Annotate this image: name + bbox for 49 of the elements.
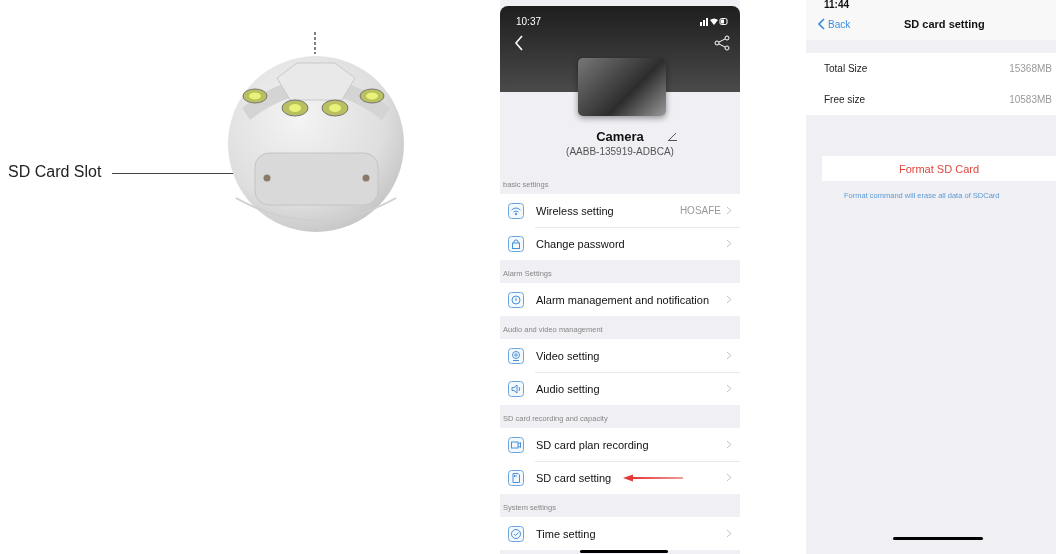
status-icons — [700, 17, 728, 26]
row-label: Time setting — [536, 527, 596, 540]
settings-row[interactable]: SD card setting — [500, 461, 740, 494]
settings-row[interactable]: Alarm management and notification — [500, 283, 740, 316]
settings-row[interactable]: Audio setting — [500, 372, 740, 405]
info-label: Total Size — [824, 63, 868, 74]
settings-row[interactable]: Video setting — [500, 339, 740, 372]
chevron-right-icon — [726, 239, 732, 248]
settings-row[interactable]: Change password — [500, 227, 740, 260]
chevron-right-icon — [726, 529, 732, 538]
row-label: Audio setting — [536, 382, 600, 395]
chevron-right-icon — [726, 206, 732, 215]
alarm-icon — [508, 291, 524, 308]
status-time: 10:37 — [516, 16, 542, 27]
wifi-icon — [508, 202, 524, 219]
row-label: Wireless setting — [536, 204, 614, 217]
back-icon[interactable] — [514, 35, 524, 51]
chevron-right-icon — [726, 440, 732, 449]
row-label: SD card plan recording — [536, 438, 649, 451]
info-value: 10583MB — [1009, 94, 1052, 105]
settings-row[interactable]: SD card plan recording — [500, 428, 740, 461]
chevron-right-icon — [726, 295, 732, 304]
row-label: SD card setting — [536, 471, 612, 484]
check-circle-icon — [508, 525, 524, 542]
video-camera-icon — [508, 436, 524, 453]
row-label: Change password — [536, 237, 625, 250]
settings-row[interactable]: Time setting — [500, 517, 740, 550]
camera-name: Camera — [596, 129, 644, 144]
webcam-icon — [508, 347, 524, 364]
lock-icon — [508, 235, 524, 252]
callout-label: SD Card Slot — [8, 163, 102, 181]
speaker-icon — [508, 380, 524, 397]
row-label: Alarm management and notification — [536, 293, 710, 306]
chevron-right-icon — [726, 384, 732, 393]
info-label: Free size — [824, 94, 866, 105]
chevron-right-icon — [726, 473, 732, 482]
back-chevron-icon — [818, 18, 825, 30]
chevron-right-icon — [726, 351, 732, 360]
sd-card-icon — [508, 469, 524, 486]
format-button[interactable]: Format SD Card — [822, 156, 1056, 181]
status-time: 11:44 — [823, 0, 851, 10]
settings-row[interactable]: Wireless setting HOSAFE — [500, 194, 740, 227]
row-value: HOSAFE — [679, 205, 721, 216]
screen-title: SD card setting — [904, 18, 985, 30]
share-icon[interactable] — [714, 35, 730, 51]
info-value: 15368MB — [1009, 63, 1052, 74]
camera-id: (AABB-135919-ADBCA) — [566, 146, 674, 157]
row-label: Video setting — [536, 349, 600, 362]
pencil-icon[interactable] — [668, 132, 678, 141]
